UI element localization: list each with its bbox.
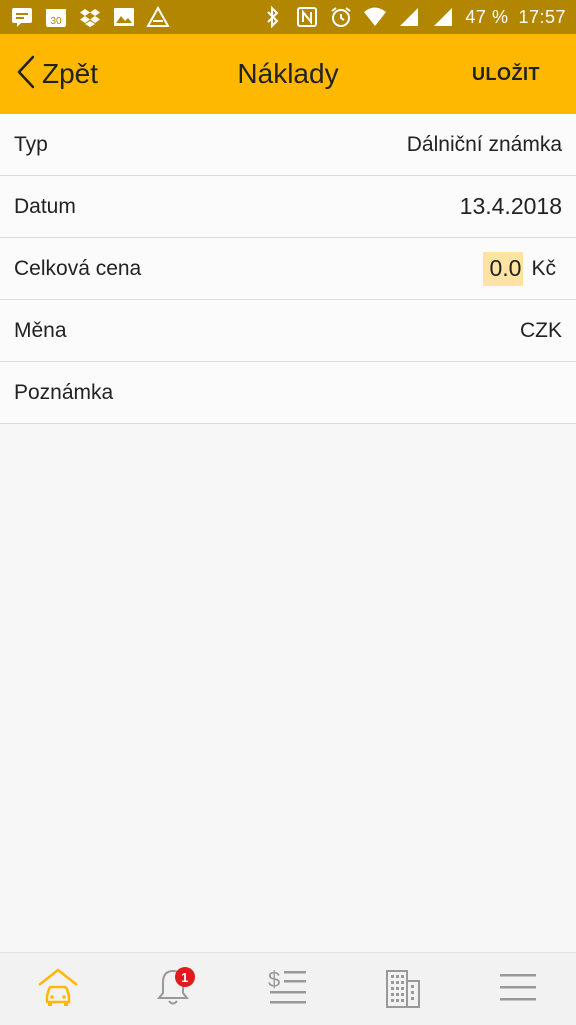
bluetooth-icon (261, 5, 285, 29)
battery-level: 47 % (465, 6, 509, 27)
bottom-navigation: 1 $ (0, 952, 576, 1025)
app-bar: Zpět Náklady ULOŽIT (0, 34, 576, 114)
image-icon (112, 5, 136, 29)
total-price-row: Celková cena Kč (0, 238, 576, 300)
cost-form: Typ Dálniční známka Datum 13.4.2018 Celk… (0, 114, 576, 424)
nav-costs[interactable]: $ (248, 959, 328, 1019)
nav-menu[interactable] (478, 959, 558, 1019)
svg-text:$: $ (268, 967, 280, 992)
currency-row[interactable]: Měna CZK (0, 300, 576, 362)
nfc-icon (295, 5, 319, 29)
save-button[interactable]: ULOŽIT (472, 64, 540, 85)
price-unit: Kč (531, 256, 556, 280)
currency-label: Měna (14, 318, 67, 342)
currency-value: CZK (520, 318, 562, 342)
date-value: 13.4.2018 (459, 193, 562, 219)
clock: 17:57 (518, 6, 566, 27)
type-value: Dálniční známka (406, 132, 562, 156)
car-home-icon (36, 967, 80, 1012)
status-right: 47 % 17:57 (261, 5, 566, 29)
chevron-left-icon (16, 55, 36, 94)
alarm-icon (329, 5, 353, 29)
notification-badge: 1 (174, 967, 195, 987)
status-bar: 30 47 % 17:57 (0, 0, 576, 34)
wifi-icon (363, 5, 387, 29)
dropbox-icon (78, 5, 102, 29)
back-label: Zpět (42, 58, 99, 89)
calendar-day: 30 (50, 16, 62, 27)
signal-icon (431, 5, 455, 29)
nav-vehicle[interactable] (18, 959, 98, 1019)
date-label: Datum (14, 194, 76, 218)
note-label: Poznámka (14, 380, 114, 404)
message-icon (10, 5, 34, 29)
note-row[interactable]: Poznámka (0, 362, 576, 424)
total-price-field: Kč (483, 251, 562, 286)
nav-notifications[interactable]: 1 (133, 959, 213, 1019)
total-price-input[interactable] (483, 251, 524, 286)
date-row[interactable]: Datum 13.4.2018 (0, 176, 576, 238)
type-row[interactable]: Typ Dálniční známka (0, 114, 576, 176)
status-left: 30 (10, 5, 170, 29)
back-button[interactable]: Zpět (16, 55, 98, 94)
notification-icon (146, 5, 170, 29)
total-price-label: Celková cena (14, 256, 142, 280)
menu-icon (498, 970, 538, 1009)
costs-list-icon: $ (266, 965, 310, 1014)
signal-icon (397, 5, 421, 29)
nav-places[interactable] (363, 959, 443, 1019)
building-icon (383, 965, 423, 1014)
calendar-icon: 30 (44, 5, 68, 29)
type-label: Typ (14, 132, 48, 156)
